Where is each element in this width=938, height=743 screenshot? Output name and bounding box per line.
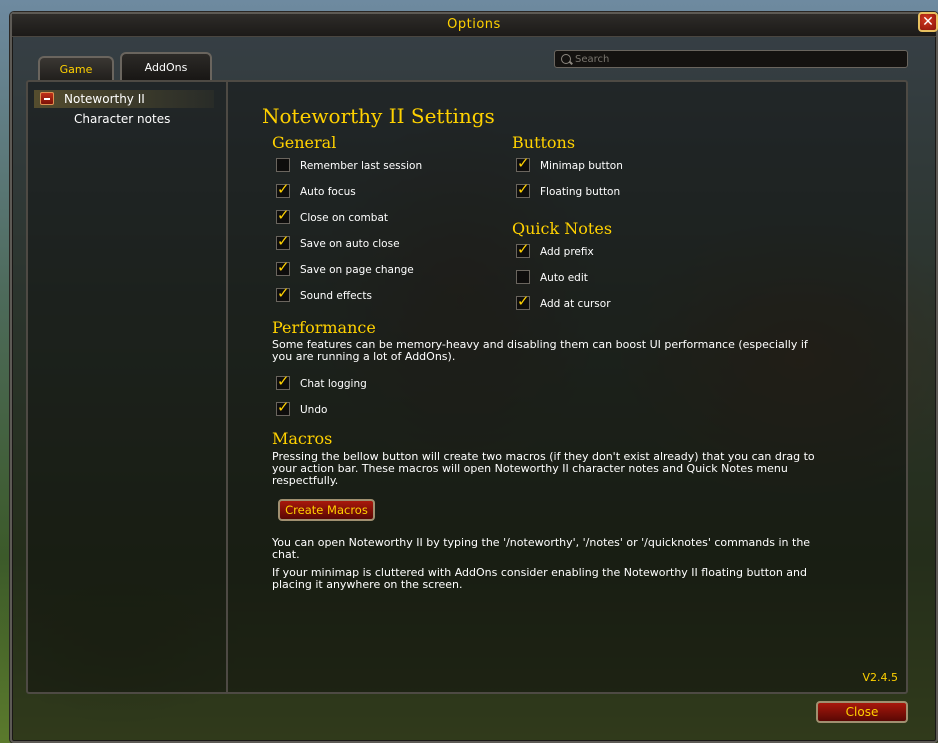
checkbox-label: Save on auto close xyxy=(300,238,400,250)
settings-content: Noteworthy II Settings General Remember … xyxy=(250,82,906,692)
checkmark-icon: ✓ xyxy=(517,240,530,258)
checkmark-icon: ✓ xyxy=(517,292,530,310)
search-input[interactable] xyxy=(575,51,895,67)
checkmark-icon: ✓ xyxy=(277,206,290,224)
checkbox-label: Auto focus xyxy=(300,186,356,198)
checkbox-label: Save on page change xyxy=(300,264,414,276)
options-window: Options ✕ Game AddOns Noteworthy II Char… xyxy=(10,12,938,743)
checkbox-box[interactable] xyxy=(276,158,290,172)
checkmark-icon: ✓ xyxy=(277,258,290,276)
sidebar-item-label: Noteworthy II xyxy=(64,92,145,106)
checkbox-label: Sound effects xyxy=(300,290,372,302)
checkbox-label: Chat logging xyxy=(300,378,367,390)
create-macros-button[interactable]: Create Macros xyxy=(278,499,375,521)
performance-description: Some features can be memory-heavy and di… xyxy=(272,338,808,363)
performance-heading: Performance xyxy=(272,318,376,337)
close-button[interactable]: Close xyxy=(816,701,908,723)
buttons-heading: Buttons xyxy=(512,133,576,152)
checkbox-label: Auto edit xyxy=(540,272,588,284)
checkbox-label: Minimap button xyxy=(540,160,623,172)
checkmark-icon: ✓ xyxy=(517,154,530,172)
checkmark-icon: ✓ xyxy=(277,232,290,250)
checkbox-label: Remember last session xyxy=(300,160,423,172)
page-title: Noteworthy II Settings xyxy=(262,104,495,128)
quick-notes-heading: Quick Notes xyxy=(512,219,613,238)
checkmark-icon: ✓ xyxy=(277,180,290,198)
checkbox-label: Undo xyxy=(300,404,328,416)
checkbox-box[interactable] xyxy=(516,270,530,284)
checkmark-icon: ✓ xyxy=(277,372,290,390)
sidebar-item-character-notes[interactable]: Character notes xyxy=(74,112,170,126)
general-heading: General xyxy=(272,133,337,152)
checkbox-label: Floating button xyxy=(540,186,621,198)
options-panel: Noteworthy II Character notes Noteworthy… xyxy=(26,80,908,694)
title-bar[interactable]: Options xyxy=(12,14,936,37)
collapse-icon[interactable] xyxy=(40,92,54,105)
addon-sidebar: Noteworthy II Character notes xyxy=(28,82,228,692)
checkbox-label: Add at cursor xyxy=(540,298,611,310)
checkmark-icon: ✓ xyxy=(277,284,290,302)
checkbox-label: Add prefix xyxy=(540,246,594,258)
search-box[interactable] xyxy=(554,50,908,68)
window-title: Options xyxy=(447,17,501,32)
macros-heading: Macros xyxy=(272,429,333,448)
checkmark-icon: ✓ xyxy=(277,398,290,416)
checkbox-label: Close on combat xyxy=(300,212,388,224)
info-commands: You can open Noteworthy II by typing the… xyxy=(272,536,811,561)
macros-description: Pressing the bellow button will create t… xyxy=(272,450,815,487)
checkmark-icon: ✓ xyxy=(517,180,530,198)
close-x-icon[interactable]: ✕ xyxy=(918,12,938,32)
version-label: V2.4.5 xyxy=(862,671,898,684)
tab-addons[interactable]: AddOns xyxy=(120,52,212,82)
sidebar-item-noteworthy[interactable]: Noteworthy II xyxy=(34,90,214,108)
info-floating-button: If your minimap is cluttered with AddOns… xyxy=(272,566,807,591)
tab-game[interactable]: Game xyxy=(38,56,114,82)
search-icon xyxy=(561,54,571,64)
